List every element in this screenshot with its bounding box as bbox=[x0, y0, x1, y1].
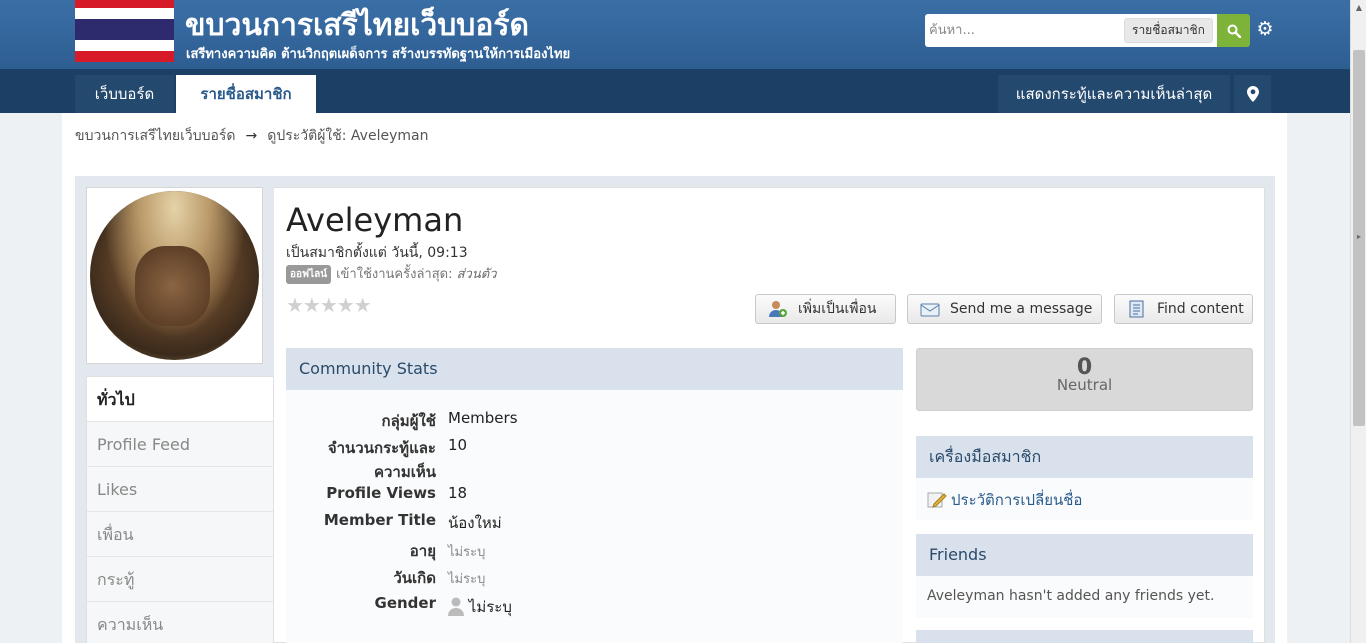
site-header: ขบวนการเสรีไทยเว็บบอร์ด เสรีทางความคิด ต… bbox=[0, 0, 1350, 69]
status-badge: ออฟไลน์ bbox=[286, 265, 332, 284]
tab-members[interactable]: รายชื่อสมาชิก bbox=[176, 75, 316, 113]
site-tagline: เสรีทางความคิด ต้านวิกฤตเผด็จการ สร้างบร… bbox=[186, 47, 571, 62]
avatar[interactable] bbox=[90, 191, 259, 360]
stat-value: 18 bbox=[448, 484, 468, 502]
avatar-frame bbox=[86, 187, 263, 364]
breadcrumb-arrow: → bbox=[245, 128, 258, 144]
scroll-marker-icon: ▸ bbox=[1356, 232, 1361, 241]
member-tools-body: ประวัติการเปลี่ยนชื่อ bbox=[916, 478, 1253, 520]
add-friend-label: เพิ่มเป็นเพื่อน bbox=[798, 301, 877, 317]
envelope-icon bbox=[920, 303, 940, 317]
member-tools-header: เครื่องมือสมาชิก bbox=[916, 436, 1253, 478]
main-nav: เว็บบอร์ด รายชื่อสมาชิก แสดงกระทู้และควา… bbox=[0, 69, 1350, 113]
stat-value: Members bbox=[448, 409, 518, 427]
gender-value: ไม่ระบุ bbox=[468, 598, 512, 616]
add-user-icon bbox=[769, 301, 787, 317]
stat-label: Member Title bbox=[323, 511, 436, 529]
find-content-button[interactable]: Find content bbox=[1114, 294, 1253, 324]
breadcrumb-current[interactable]: ดูประวัติผู้ใช้: Aveleyman bbox=[267, 128, 428, 144]
member-since: เป็นสมาชิกตั้งแต่ วันนี้, 09:13 bbox=[286, 245, 468, 261]
reputation-box: 0 Neutral bbox=[916, 348, 1253, 411]
community-stats-header: Community Stats bbox=[286, 348, 903, 390]
friends-header: Friends bbox=[916, 534, 1253, 576]
reputation-label: Neutral bbox=[1056, 376, 1113, 394]
stat-value: ไม่ระบุ bbox=[448, 572, 486, 587]
last-active-label: เข้าใช้งานครั้งล่าสุด: bbox=[336, 267, 453, 282]
sidebar-item-profile-feed[interactable]: Profile Feed bbox=[87, 422, 273, 467]
search-button[interactable] bbox=[1217, 14, 1250, 47]
breadcrumb: ขบวนการเสรีไทยเว็บบอร์ด → ดูประวัติผู้ใช้:… bbox=[75, 125, 428, 147]
pencil-icon bbox=[927, 492, 947, 508]
username-heading: Aveleyman bbox=[286, 201, 464, 239]
map-pin-icon bbox=[1246, 86, 1259, 102]
friends-body: Aveleyman hasn't added any friends yet. bbox=[916, 576, 1253, 618]
site-title[interactable]: ขบวนการเสรีไทยเว็บบอร์ด bbox=[185, 2, 529, 49]
scroll-up-icon[interactable]: ▲ bbox=[1354, 3, 1364, 13]
sidebar-item-threads[interactable]: กระทู้ bbox=[87, 557, 273, 602]
stat-value: ไม่ระบุ bbox=[448, 545, 486, 560]
sidebar-item-likes[interactable]: Likes bbox=[87, 467, 273, 512]
search-box: รายชื่อสมาชิก bbox=[925, 14, 1217, 47]
tab-forums[interactable]: เว็บบอร์ด bbox=[75, 75, 174, 113]
next-panel-header bbox=[916, 630, 1253, 643]
stat-label: Profile Views bbox=[326, 484, 436, 502]
gear-icon[interactable]: ⚙ bbox=[1255, 18, 1275, 40]
stat-label: วันเกิด bbox=[393, 569, 436, 587]
stat-label: อายุ bbox=[409, 542, 436, 560]
stat-label-line2: ความเห็น bbox=[373, 463, 436, 481]
add-friend-button[interactable]: เพิ่มเป็นเพื่อน bbox=[755, 294, 896, 324]
stat-label: จำนวนกระทู้และ ความเห็น bbox=[286, 436, 436, 484]
search-icon bbox=[1227, 24, 1241, 38]
document-icon bbox=[1129, 300, 1144, 318]
find-content-label: Find content bbox=[1157, 301, 1244, 317]
last-seen: ออฟไลน์ เข้าใช้งานครั้งล่าสุด: ส่วนตัว bbox=[286, 263, 497, 284]
name-change-history-link[interactable]: ประวัติการเปลี่ยนชื่อ bbox=[951, 488, 1082, 512]
user-silhouette-icon bbox=[448, 597, 464, 616]
page-scrollbar[interactable]: ▲ ▸ bbox=[1350, 0, 1366, 643]
stat-value: ไม่ระบุ bbox=[448, 595, 512, 619]
search-input[interactable] bbox=[929, 14, 1119, 47]
thai-flag-logo[interactable] bbox=[75, 0, 174, 62]
map-pin-button[interactable] bbox=[1234, 75, 1271, 113]
stat-label: กลุ่มผู้ใช้ bbox=[381, 412, 436, 430]
search-scope-button[interactable]: รายชื่อสมาชิก bbox=[1124, 18, 1213, 43]
stat-value: 10 bbox=[448, 436, 468, 454]
sidebar-item-posts[interactable]: ความเห็น bbox=[87, 602, 273, 643]
last-active-value: ส่วนตัว bbox=[456, 267, 497, 282]
sidebar-item-friends[interactable]: เพื่อน bbox=[87, 512, 273, 557]
stat-value: น้องใหม่ bbox=[448, 514, 502, 532]
profile-sidebar: ทั่วไป Profile Feed Likes เพื่อน กระทู้ … bbox=[86, 376, 274, 643]
stat-label: Gender bbox=[374, 594, 436, 612]
stat-label-line1: จำนวนกระทู้และ bbox=[327, 439, 436, 457]
friends-empty-text: Aveleyman hasn't added any friends yet. bbox=[927, 588, 1215, 604]
latest-posts-link[interactable]: แสดงกระทู้และความเห็นล่าสุด bbox=[998, 75, 1230, 113]
send-message-button[interactable]: Send me a message bbox=[907, 294, 1102, 324]
sidebar-item-general[interactable]: ทั่วไป bbox=[87, 377, 273, 422]
rating-stars: ★★★★★ bbox=[286, 293, 372, 317]
send-message-label: Send me a message bbox=[950, 301, 1093, 317]
breadcrumb-home[interactable]: ขบวนการเสรีไทยเว็บบอร์ด bbox=[75, 128, 236, 144]
